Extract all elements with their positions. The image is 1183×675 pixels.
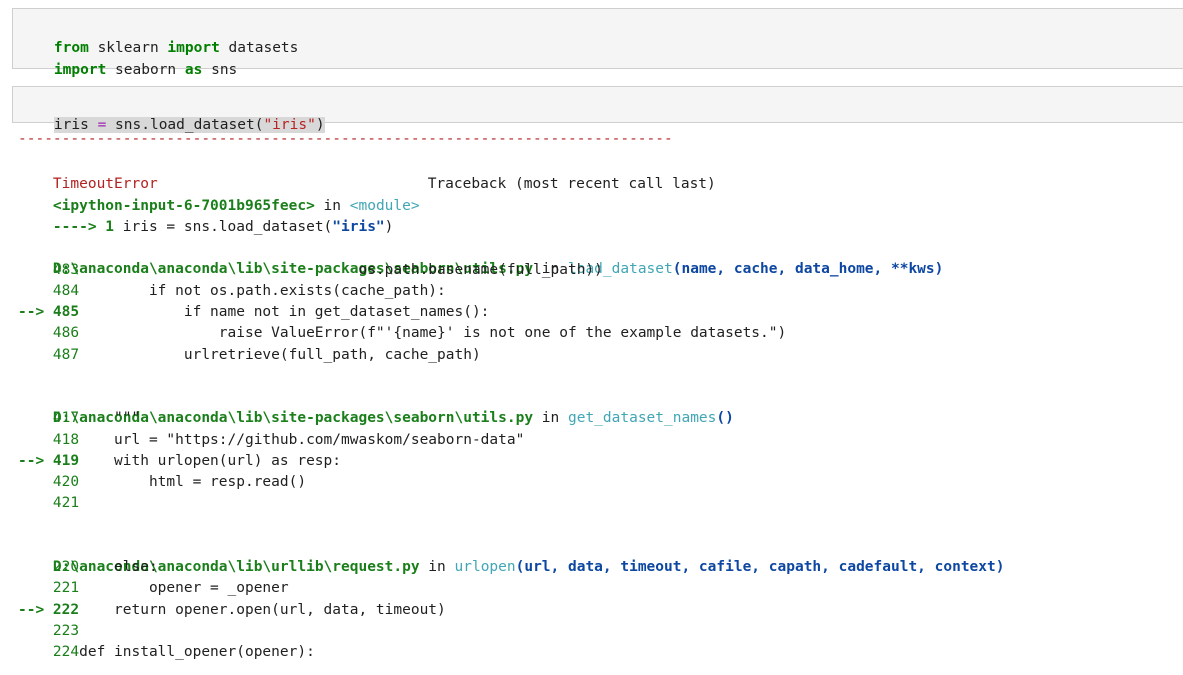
code-text: """ bbox=[79, 410, 141, 426]
line-number: 417 bbox=[18, 410, 80, 426]
in-word: in bbox=[419, 559, 455, 575]
function-signature: () bbox=[716, 410, 734, 426]
frame-line-current: --> 419 with urlopen(url) as resp: bbox=[18, 451, 341, 472]
keyword: import bbox=[53, 62, 107, 78]
code-cell-load-dataset[interactable]: iris = sns.load_dataset("iris") bbox=[12, 86, 1183, 133]
traceback-divider: ----------------------------------------… bbox=[18, 131, 673, 147]
code-line-1: iris = sns.load_dataset("iris") bbox=[19, 94, 325, 133]
frame-line: 483 os.path.basename(full_path)) bbox=[18, 260, 603, 281]
code-text: seaborn bbox=[106, 62, 185, 78]
line-number: --> 222 bbox=[18, 602, 80, 618]
function-signature: (url, data, timeout, cafile, capath, cad… bbox=[515, 559, 1005, 575]
code-text: iris = sns.load_dataset( bbox=[122, 219, 333, 235]
code-text: def install_opener(opener): bbox=[79, 644, 315, 660]
function-signature: (name, cache, data_home, **kws) bbox=[672, 261, 944, 277]
line-number: 221 bbox=[18, 580, 80, 596]
line-number: 487 bbox=[18, 347, 80, 363]
line-number: 483 bbox=[18, 262, 80, 278]
frame-line: 221 opener = _opener bbox=[18, 578, 289, 599]
frame-header: D:\anaconda\anaconda\lib\urllib\request.… bbox=[18, 536, 1005, 575]
code-text: if not os.path.exists(cache_path): bbox=[79, 283, 446, 299]
line-number: 224 bbox=[18, 644, 80, 660]
line-number: 420 bbox=[18, 474, 80, 490]
line-number: 484 bbox=[18, 283, 80, 299]
code-text: else: bbox=[79, 559, 158, 575]
function-name: urlopen bbox=[454, 559, 516, 575]
line-number: 220 bbox=[18, 559, 80, 575]
code-cell-imports[interactable]: from sklearn import datasets import seab… bbox=[12, 8, 1183, 78]
in-word: in bbox=[533, 410, 568, 426]
frame-line-current: --> 485 if name not in get_dataset_names… bbox=[18, 302, 489, 323]
traceback-header: TimeoutError Traceback (most recent call … bbox=[18, 153, 716, 192]
code-text: raise ValueError(f"'{name}' is not one o… bbox=[79, 325, 787, 341]
frame-line: 417 """ bbox=[18, 408, 140, 429]
code-text: ) bbox=[384, 219, 394, 235]
frame-line: 484 if not os.path.exists(cache_path): bbox=[18, 281, 446, 302]
code-text: return opener.open(url, data, timeout) bbox=[79, 602, 446, 618]
code-text: opener = _opener bbox=[79, 580, 289, 596]
code-text: urlretrieve(full_path, cache_path) bbox=[79, 347, 481, 363]
arrow-marker: ----> 1 bbox=[52, 219, 123, 235]
code-text: os.path.basename(full_path)) bbox=[79, 262, 603, 278]
line-number: 421 bbox=[18, 495, 80, 511]
code-text: sns bbox=[202, 62, 238, 78]
line-number: --> 485 bbox=[18, 304, 80, 320]
code-text: url = "https://github.com/mwaskom/seabor… bbox=[79, 432, 525, 448]
frame-line: 418 url = "https://github.com/mwaskom/se… bbox=[18, 430, 524, 451]
string-literal: "iris" bbox=[332, 219, 385, 235]
line-number: --> 419 bbox=[18, 453, 80, 469]
code-line-1: from sklearn import datasets bbox=[19, 17, 298, 56]
line-number: 486 bbox=[18, 325, 80, 341]
frame-header: D:\anaconda\anaconda\lib\site-packages\s… bbox=[18, 238, 943, 277]
frame-line: 223 bbox=[18, 621, 79, 642]
code-text: with urlopen(url) as resp: bbox=[79, 453, 342, 469]
frame-header: D:\anaconda\anaconda\lib\site-packages\s… bbox=[18, 387, 734, 426]
traceback-label: Traceback (most recent call last) bbox=[427, 176, 716, 192]
frame-line: 421 bbox=[18, 493, 79, 514]
function-name: get_dataset_names bbox=[567, 410, 717, 426]
frame-line-current: --> 222 return opener.open(url, data, ti… bbox=[18, 600, 446, 621]
code-text: if name not in get_dataset_names(): bbox=[79, 304, 490, 320]
code-text: html = resp.read() bbox=[79, 474, 307, 490]
keyword: as bbox=[184, 62, 203, 78]
traceback-input-ref: <ipython-input-6-7001b965feec> in <modul… bbox=[18, 175, 420, 214]
code-line-2: import seaborn as sns bbox=[19, 39, 237, 78]
frame-line: 220 else: bbox=[18, 557, 158, 578]
line-number: 223 bbox=[18, 623, 80, 639]
frame-line: 224def install_opener(opener): bbox=[18, 642, 315, 663]
line-number: 418 bbox=[18, 432, 80, 448]
traceback-arrow-line: ----> 1 iris = sns.load_dataset("iris") bbox=[18, 196, 393, 235]
frame-line: 486 raise ValueError(f"'{name}' is not o… bbox=[18, 323, 786, 344]
frame-line: 420 html = resp.read() bbox=[18, 472, 306, 493]
frame-line: 487 urlretrieve(full_path, cache_path) bbox=[18, 345, 481, 366]
